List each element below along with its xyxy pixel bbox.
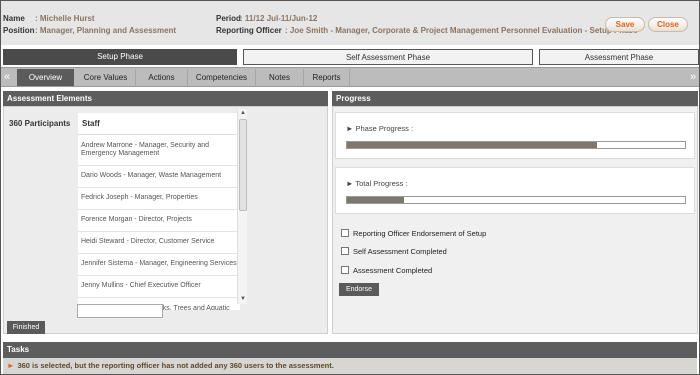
endorse-button[interactable]: Endorse (339, 283, 379, 296)
list-item[interactable]: Forence Morgan - Director, Projects (78, 210, 240, 232)
participants-column-header: 360 Participants (9, 119, 71, 128)
scroll-up-icon[interactable]: ▲ (238, 109, 248, 118)
total-progress-fill (347, 197, 405, 203)
list-item[interactable]: Jennifer Sistema - Manager, Engineering … (78, 254, 240, 276)
period-label: Period (216, 14, 241, 23)
tab-actions[interactable]: Actions (136, 69, 188, 86)
save-button[interactable]: Save (605, 17, 645, 32)
reporting-officer-label: Reporting Officer (216, 26, 282, 35)
scroll-thumb[interactable] (239, 119, 247, 211)
check-label: Assessment Completed (353, 265, 433, 275)
list-item[interactable]: Heidi Steward - Director, Customer Servi… (78, 232, 240, 254)
tabs-scroll-right-icon[interactable]: » (688, 70, 698, 85)
app-window: Name : Michelle Hurst Period : 11/12 Jul… (0, 0, 700, 375)
checkbox[interactable] (341, 247, 349, 255)
tab-core-values[interactable]: Core Values (76, 69, 136, 86)
tab-overview[interactable]: Overview (17, 69, 74, 86)
tasks-header: Tasks (3, 342, 697, 358)
phase-assessment[interactable]: Assessment Phase (539, 49, 699, 65)
position-value: : Manager, Planning and Assessment (35, 26, 177, 35)
assessment-elements-panel: 360 Participants Staff Andrew Marrone - … (3, 106, 328, 334)
header-bar: Name : Michelle Hurst Period : 11/12 Jul… (1, 1, 699, 45)
phase-progress-section: ► Phase Progress : (335, 112, 695, 159)
check-ro-endorsement[interactable]: Reporting Officer Endorsement of Setup (341, 228, 486, 238)
phase-progress-label: ► Phase Progress : (346, 124, 414, 133)
tab-notes[interactable]: Notes (256, 69, 304, 86)
tasks-list: ► 360 is selected, but the reporting offi… (3, 358, 697, 374)
period-value: : 11/12 Jul-11/Jun-12 (240, 14, 318, 23)
phase-setup[interactable]: Setup Phase (3, 49, 237, 65)
total-progress-section: ► Total Progress : (335, 167, 695, 214)
check-self-assessment[interactable]: Self Assessment Completed (341, 246, 447, 256)
staff-filter-input[interactable] (77, 304, 163, 318)
assessment-elements-header: Assessment Elements (3, 91, 328, 107)
check-assessment[interactable]: Assessment Completed (341, 265, 432, 275)
list-item[interactable]: Dario Woods - Manager, Waste Management (78, 166, 240, 188)
name-label: Name (3, 14, 25, 23)
close-button[interactable]: Close (648, 17, 688, 32)
tab-competencies[interactable]: Competencies (188, 69, 256, 86)
check-label: Self Assessment Completed (353, 246, 447, 256)
scroll-down-icon[interactable]: ▼ (238, 295, 248, 304)
list-item[interactable]: Fedrick Joseph - Manager, Properties (78, 188, 240, 210)
name-value: : Michelle Hurst (35, 14, 95, 23)
finished-button[interactable]: Finished (7, 321, 45, 334)
phase-progress-fill (347, 142, 598, 148)
bullet-arrow-icon: ► (7, 361, 15, 370)
checkbox[interactable] (341, 229, 349, 237)
phase-progress-bar (346, 141, 686, 149)
task-message: 360 is selected, but the reporting offic… (17, 361, 334, 370)
staff-list: Andrew Marrone - Manager, Security and E… (78, 135, 240, 310)
total-progress-label: ► Total Progress : (346, 179, 408, 188)
staff-column-header: Staff (78, 113, 240, 135)
position-label: Position (3, 26, 35, 35)
progress-header: Progress (332, 91, 698, 107)
reporting-officer-value: : Joe Smith - Manager, Corporate & Proje… (285, 26, 638, 35)
checkbox[interactable] (341, 266, 349, 274)
tab-bar: « Overview Core Values Actions Competenc… (1, 67, 699, 87)
phase-self-assessment[interactable]: Self Assessment Phase (243, 49, 533, 65)
list-item[interactable]: Jenny Mullins - Chief Executive Officer (78, 276, 240, 298)
staff-list-scrollbar[interactable]: ▲ ▼ (237, 109, 247, 304)
check-label: Reporting Officer Endorsement of Setup (353, 228, 487, 238)
tab-reports[interactable]: Reports (304, 69, 350, 86)
tabs-scroll-left-icon[interactable]: « (2, 70, 12, 85)
total-progress-bar (346, 196, 686, 204)
list-item[interactable]: Andrew Marrone - Manager, Security and E… (78, 135, 240, 166)
